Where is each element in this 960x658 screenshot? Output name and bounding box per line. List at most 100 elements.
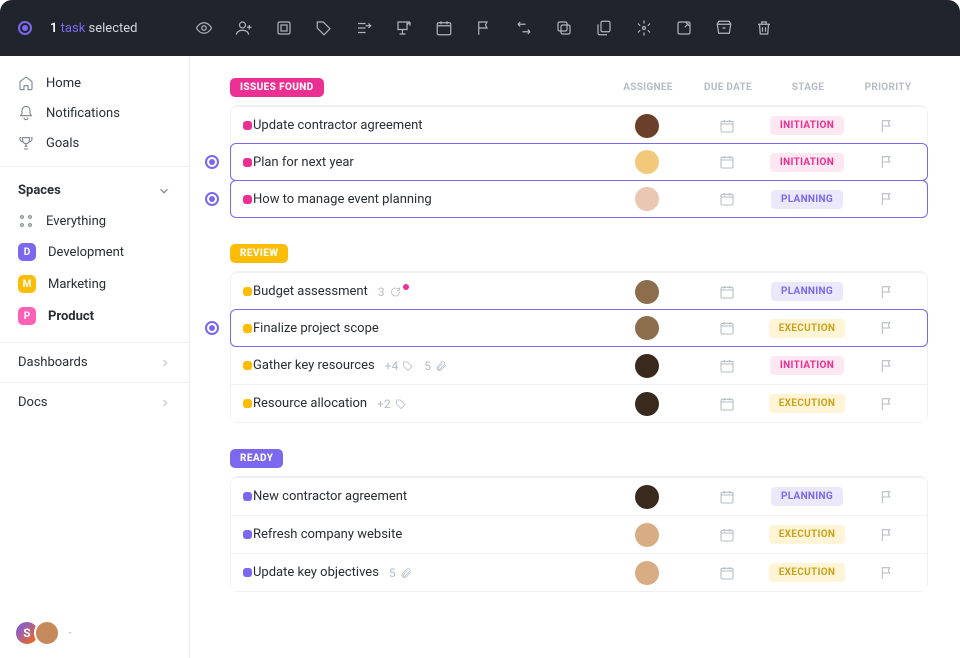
template-icon[interactable] (675, 19, 693, 37)
due-date-button[interactable] (687, 396, 767, 412)
dates-icon[interactable] (435, 19, 453, 37)
status-bullet-icon[interactable] (243, 361, 252, 370)
assignee-avatar[interactable] (635, 150, 659, 174)
task-row[interactable]: Gather key resources+4 5 INITIATION (231, 346, 927, 384)
group-pill[interactable]: REVIEW (230, 244, 288, 263)
priority-button[interactable] (847, 358, 927, 374)
task-row[interactable]: Resource allocation+2 EXECUTION (231, 384, 927, 422)
copy-icon[interactable] (595, 19, 613, 37)
stage-pill[interactable]: EXECUTION (769, 525, 846, 544)
task-title: Budget assessment (253, 284, 368, 299)
status-bullet-icon[interactable] (243, 568, 252, 577)
status-bullet-icon[interactable] (243, 530, 252, 539)
attachment-count[interactable]: 5 (424, 359, 447, 373)
group-pill[interactable]: ISSUES FOUND (230, 78, 324, 97)
tags-icon[interactable] (315, 19, 333, 37)
task-row[interactable]: Update contractor agreementINITIATION (231, 106, 927, 144)
nav-goals[interactable]: Goals (0, 128, 189, 158)
spaces-header-label: Spaces (18, 183, 61, 198)
task-row[interactable]: Update key objectives5 EXECUTION (231, 553, 927, 591)
assignee-avatar[interactable] (635, 187, 659, 211)
status-bullet-icon[interactable] (243, 195, 252, 204)
assignee-avatar[interactable] (635, 485, 659, 509)
attachment-count[interactable]: 5 (389, 566, 412, 580)
spaces-header[interactable]: Spaces (0, 175, 189, 206)
archive-icon[interactable] (715, 19, 733, 37)
priority-button[interactable] (847, 118, 927, 134)
nav-home-label: Home (46, 76, 81, 91)
stage-pill[interactable]: EXECUTION (769, 319, 846, 338)
row-selected-icon[interactable] (205, 155, 219, 169)
stage-pill[interactable]: INITIATION (770, 116, 844, 135)
due-date-button[interactable] (687, 320, 767, 336)
stage-pill[interactable]: EXECUTION (769, 563, 846, 582)
priority-button[interactable] (847, 396, 927, 412)
add-assignee-icon[interactable] (235, 19, 253, 37)
priority-icon[interactable] (475, 19, 493, 37)
assignee-avatar[interactable] (635, 114, 659, 138)
trash-icon[interactable] (755, 19, 773, 37)
status-bullet-icon[interactable] (243, 324, 252, 333)
due-date-button[interactable] (687, 565, 767, 581)
change-status-icon[interactable] (275, 19, 293, 37)
stage-pill[interactable]: PLANNING (771, 487, 843, 506)
due-date-button[interactable] (687, 154, 767, 170)
due-date-button[interactable] (687, 118, 767, 134)
due-date-button[interactable] (687, 489, 767, 505)
space-item-marketing[interactable]: MMarketing (0, 268, 189, 300)
nav-docs[interactable]: Docs (0, 382, 189, 422)
nav-dashboards[interactable]: Dashboards (0, 342, 189, 382)
assignee-avatar[interactable] (635, 354, 659, 378)
priority-button[interactable] (847, 320, 927, 336)
row-selected-icon[interactable] (205, 192, 219, 206)
comments-count[interactable]: 3 (378, 285, 411, 299)
duplicate-icon[interactable] (555, 19, 573, 37)
assignee-avatar[interactable] (635, 561, 659, 585)
priority-button[interactable] (847, 284, 927, 300)
status-bullet-icon[interactable] (243, 121, 252, 130)
stage-pill[interactable]: PLANNING (771, 282, 843, 301)
set-parent-icon[interactable] (395, 19, 413, 37)
tag-count[interactable]: +4 (385, 359, 415, 373)
stage-pill[interactable]: PLANNING (771, 190, 843, 209)
group-pill[interactable]: READY (230, 449, 283, 468)
priority-button[interactable] (847, 154, 927, 170)
task-row[interactable]: Budget assessment 3 PLANNING (231, 272, 927, 310)
nav-everything[interactable]: Everything (0, 206, 189, 236)
stage-pill[interactable]: INITIATION (770, 356, 844, 375)
merge-icon[interactable] (635, 19, 653, 37)
status-bullet-icon[interactable] (243, 287, 252, 296)
priority-button[interactable] (847, 191, 927, 207)
due-date-button[interactable] (687, 191, 767, 207)
assignee-avatar[interactable] (635, 316, 659, 340)
priority-button[interactable] (847, 489, 927, 505)
assignee-avatar[interactable] (635, 392, 659, 416)
priority-button[interactable] (847, 565, 927, 581)
space-item-product[interactable]: PProduct (0, 300, 189, 332)
dependencies-icon[interactable] (515, 19, 533, 37)
profile-cluster[interactable]: S (14, 620, 74, 646)
nav-home[interactable]: Home (0, 68, 189, 98)
task-row[interactable]: Finalize project scopeEXECUTION (230, 309, 928, 347)
row-selected-icon[interactable] (205, 321, 219, 335)
priority-button[interactable] (847, 527, 927, 543)
stage-pill[interactable]: EXECUTION (769, 394, 846, 413)
task-row[interactable]: How to manage event planningPLANNING (230, 180, 928, 218)
move-icon[interactable] (355, 19, 373, 37)
nav-notifications[interactable]: Notifications (0, 98, 189, 128)
tag-count[interactable]: +2 (377, 397, 407, 411)
status-bullet-icon[interactable] (243, 492, 252, 501)
task-row[interactable]: Refresh company websiteEXECUTION (231, 515, 927, 553)
assignee-avatar[interactable] (635, 280, 659, 304)
stage-pill[interactable]: INITIATION (770, 153, 844, 172)
status-bullet-icon[interactable] (243, 399, 252, 408)
assignee-avatar[interactable] (635, 523, 659, 547)
status-bullet-icon[interactable] (243, 158, 252, 167)
due-date-button[interactable] (687, 527, 767, 543)
task-row[interactable]: Plan for next yearINITIATION (230, 143, 928, 181)
watch-icon[interactable] (195, 19, 213, 37)
due-date-button[interactable] (687, 284, 767, 300)
due-date-button[interactable] (687, 358, 767, 374)
task-row[interactable]: New contractor agreementPLANNING (231, 477, 927, 515)
space-item-development[interactable]: DDevelopment (0, 236, 189, 268)
